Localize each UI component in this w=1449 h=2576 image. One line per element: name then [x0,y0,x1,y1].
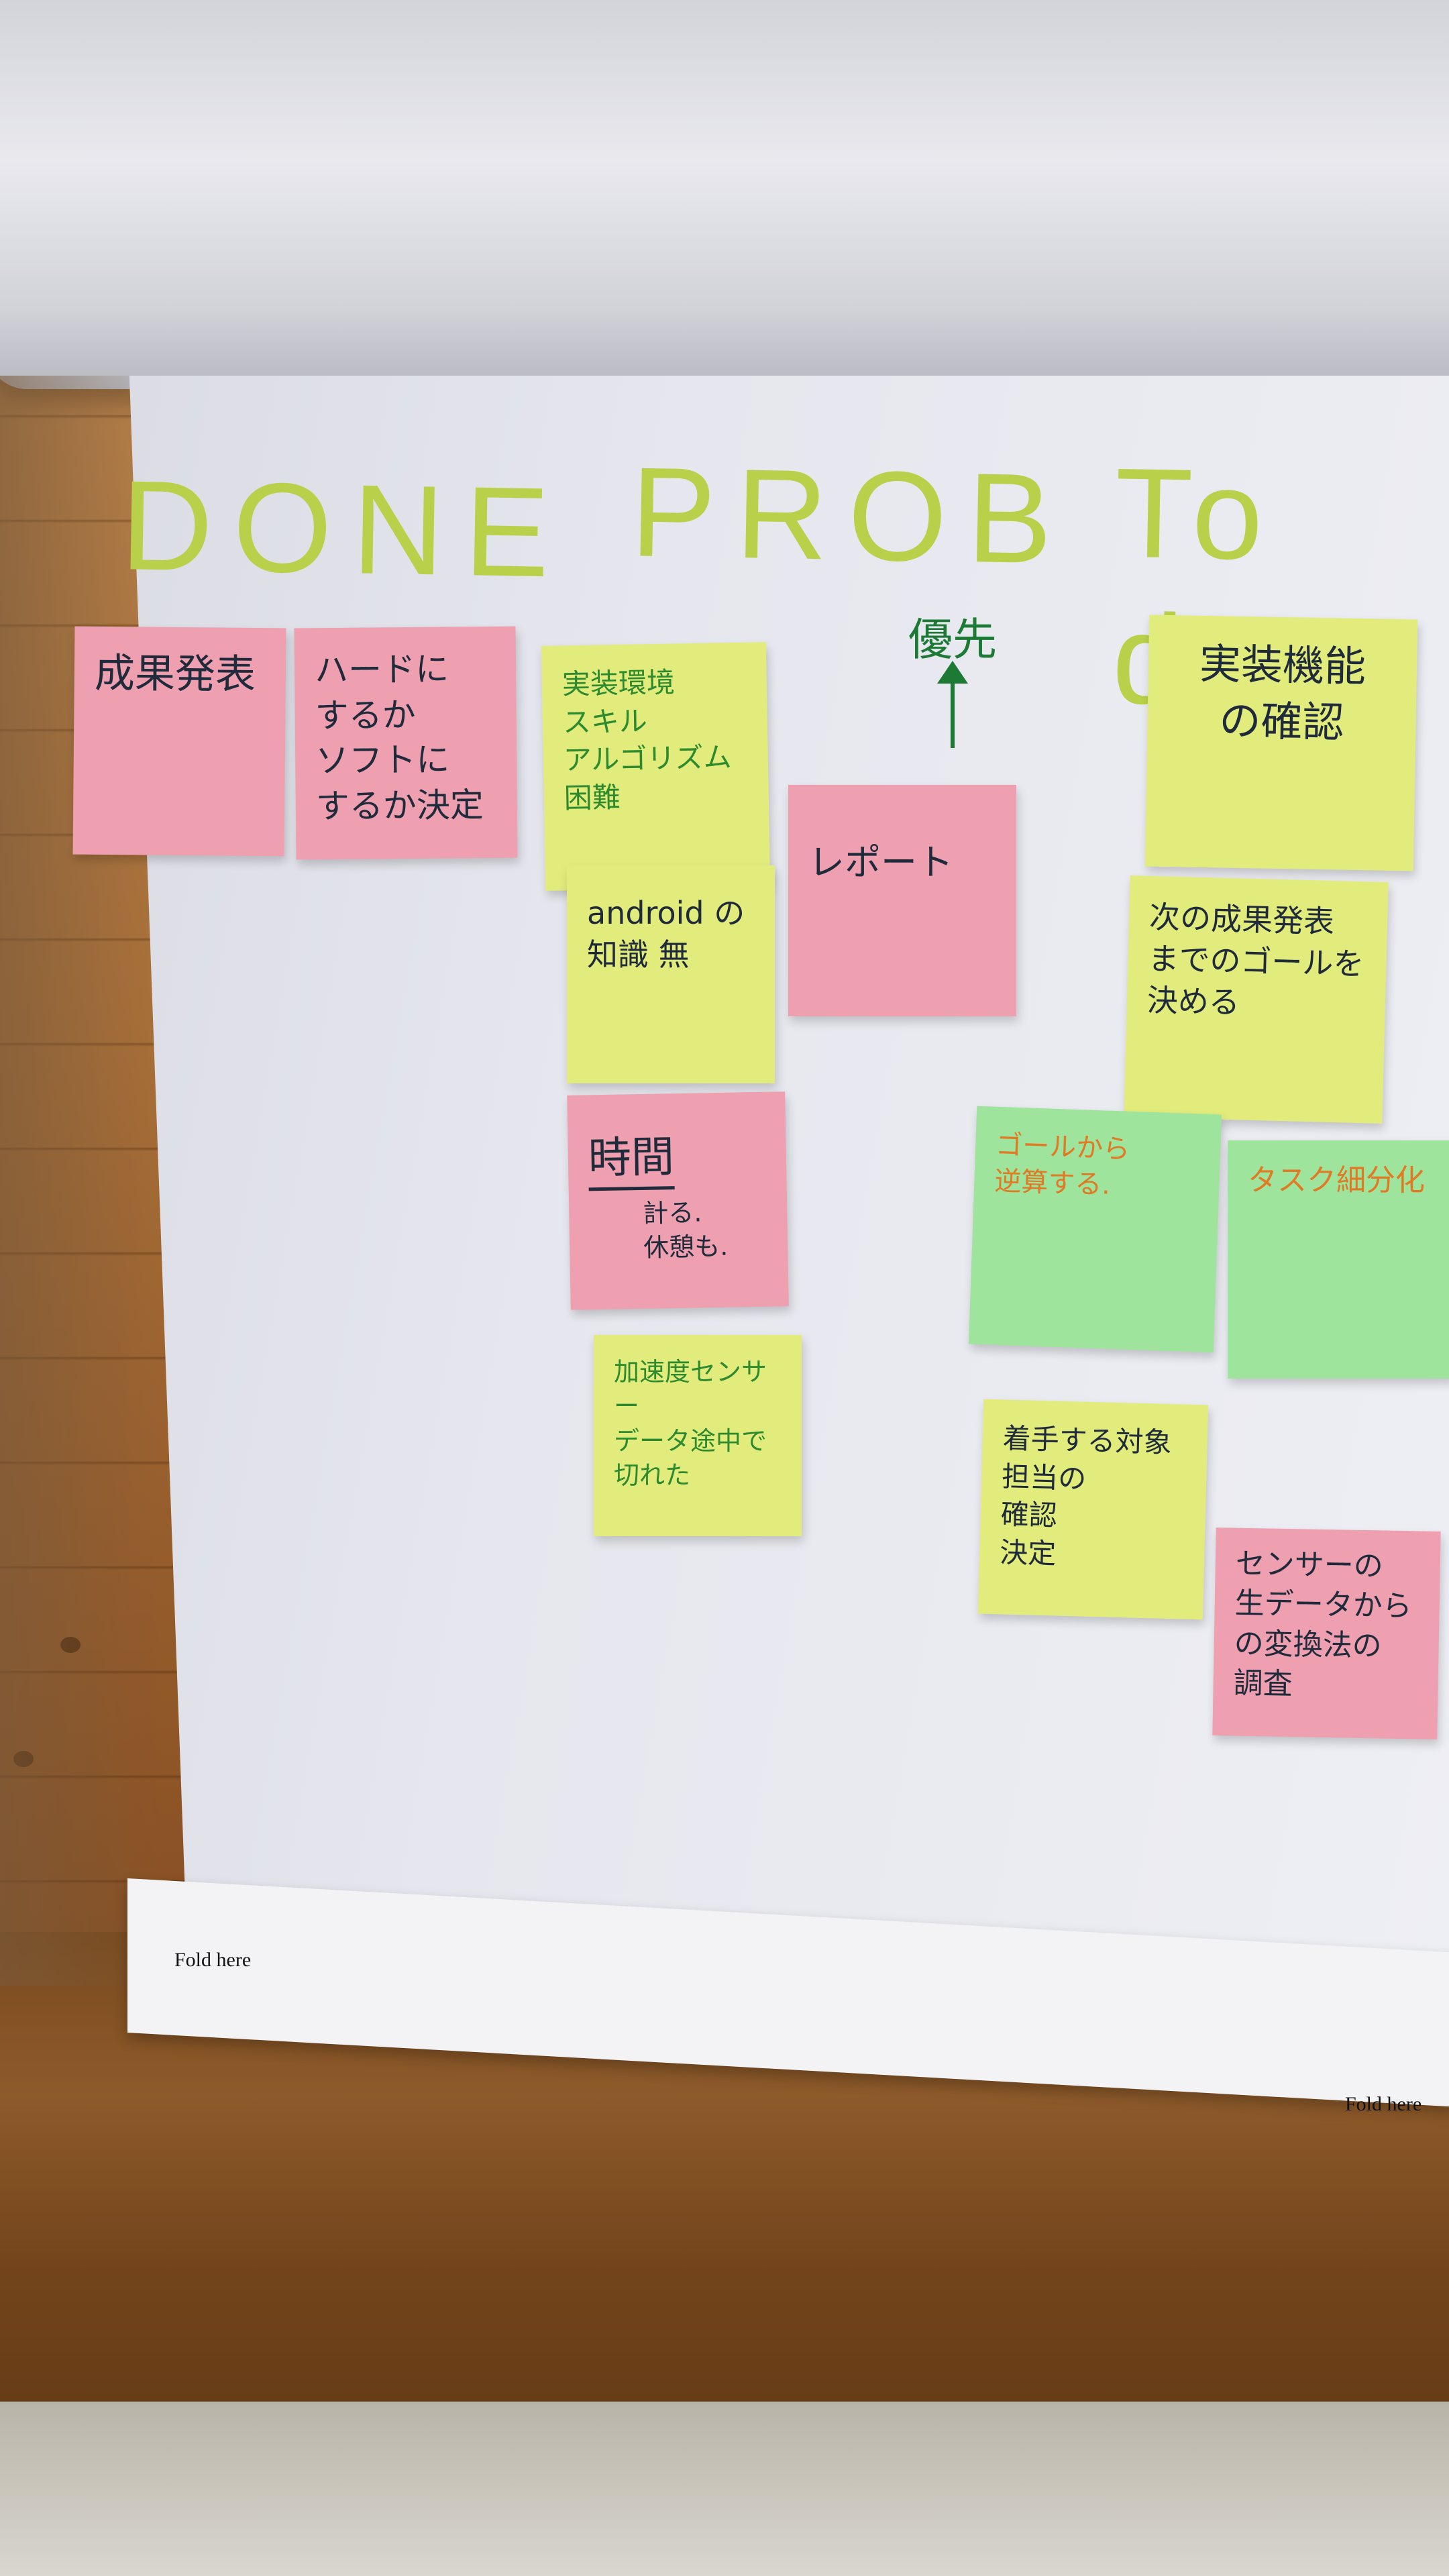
sticky-note: 実装環境 スキル アルゴリズム 困難 [541,642,771,891]
fold-label-left: Fold here [174,1949,252,1971]
sticky-note: android の 知識 無 [567,865,775,1083]
sticky-note: 成果発表 [72,626,286,857]
sticky-note: 実装機能 の確認 [1144,614,1418,871]
rolled-paper [0,0,1449,389]
header-prob: PROB [629,441,1074,591]
priority-label: 優先 [908,614,997,665]
sticky-note: 時間 計る. 休憩も. [567,1091,789,1310]
fold-label-right: Fold here [1345,2093,1422,2115]
note-body: 計る. 休憩も. [642,1197,729,1263]
sticky-note: ハードに するか ソフトに するか決定 [294,626,518,860]
floor-foreground [0,2402,1449,2576]
sticky-note: 加速度センサー データ途中で 切れた [594,1335,802,1536]
note-title: 時間 [588,1128,675,1191]
paper-shadow [0,376,161,1986]
up-arrow-icon [937,661,968,748]
header-done: DONE [119,454,571,604]
sticky-note: センサーの 生データから の変換法の 調査 [1212,1527,1441,1739]
sticky-note: 次の成果発表 までのゴールを 決める [1124,875,1389,1124]
sticky-note: ゴールから 逆算する. [968,1106,1222,1353]
sticky-note: レポート [788,785,1016,1016]
sticky-note: 着手する対象 担当の 確認 決定 [977,1399,1209,1620]
sticky-note: タスク細分化 [1228,1140,1449,1379]
